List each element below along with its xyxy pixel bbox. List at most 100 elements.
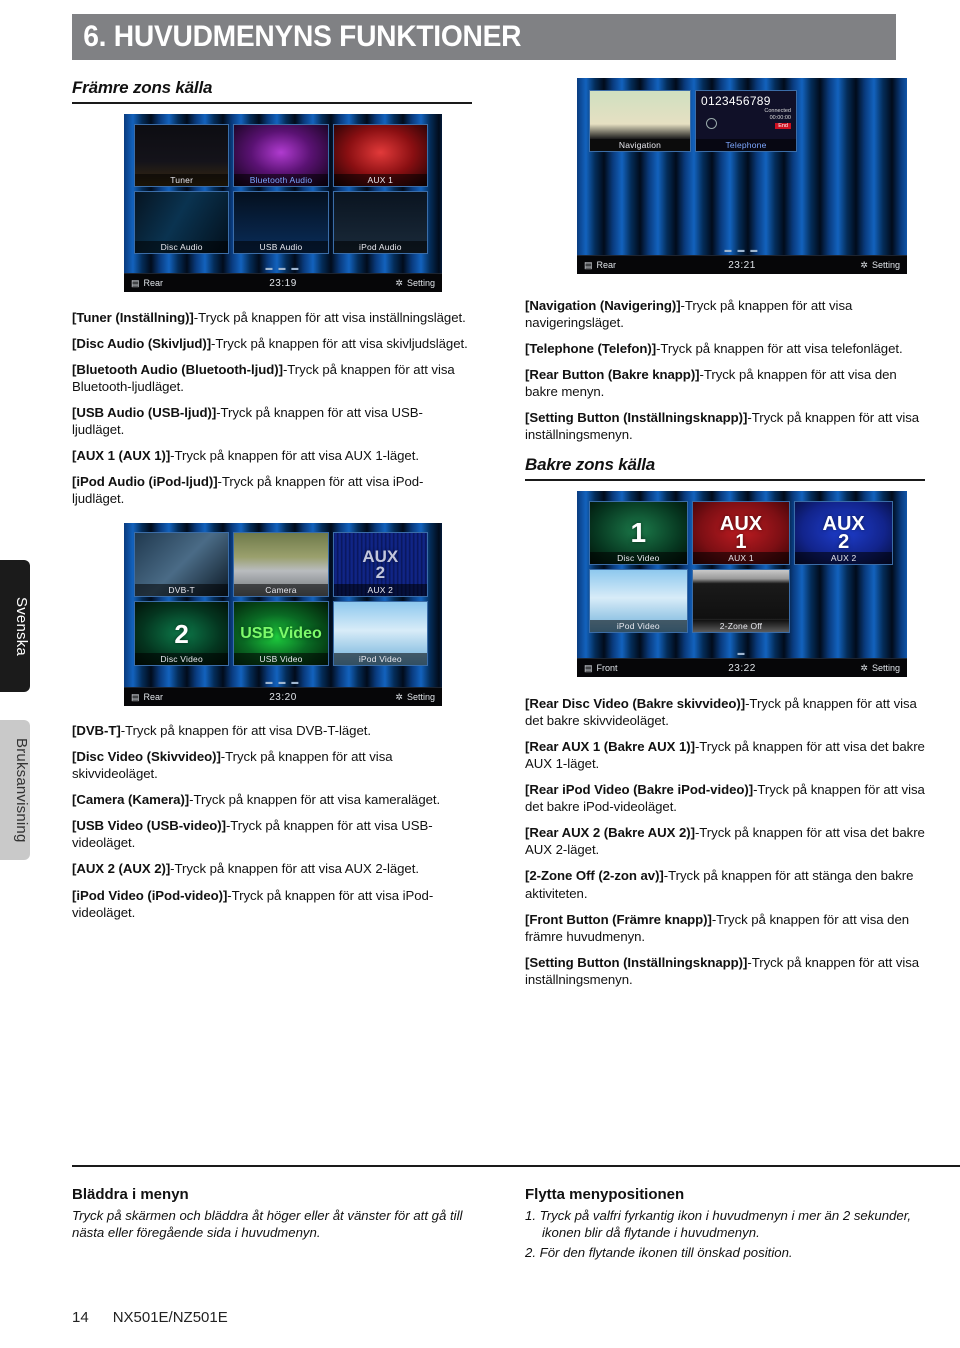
- tip-heading: Flytta menypositionen: [525, 1186, 685, 1203]
- tile-tuner[interactable]: Tuner: [134, 124, 230, 187]
- tile-label: Bluetooth Audio: [234, 173, 328, 186]
- description-item: [Rear Button (Bakre knapp)]-Tryck på kna…: [525, 366, 925, 400]
- tile-label: Camera: [234, 583, 328, 597]
- rear-button[interactable]: ▤ Rear: [577, 260, 696, 271]
- setting-button-label: Setting: [406, 278, 435, 288]
- end-call-button[interactable]: End: [775, 123, 791, 129]
- tile-disc-video[interactable]: 2 Disc Video: [134, 601, 230, 667]
- tile-usb-video[interactable]: USB Video USB Video: [233, 601, 329, 667]
- connected-label: Connected: [764, 108, 791, 114]
- tile-label: iPod Video: [590, 619, 687, 633]
- tile-label: Disc Video: [590, 551, 687, 565]
- screen-status-bar: ▤ Rear 23:19 ✲ Setting: [124, 273, 442, 292]
- tile-ipod-audio[interactable]: iPod Audio: [332, 191, 428, 254]
- description-item: [Rear AUX 1 (Bakre AUX 1)]-Tryck på knap…: [525, 738, 925, 772]
- front-zone-descriptions: [Tuner (Inställning)]-Tryck på knappen f…: [72, 309, 472, 507]
- tile-rear-disc-video[interactable]: 1 Disc Video: [589, 501, 688, 566]
- description-term: [Front Button (Främre knapp)]: [525, 911, 712, 927]
- tile-label: USB Video: [234, 652, 328, 666]
- description-term: [Rear AUX 2 (Bakre AUX 2)]: [525, 825, 695, 841]
- tip-heading: Bläddra i menyn: [72, 1186, 189, 1203]
- tile-aux1[interactable]: AUX 1: [332, 124, 428, 187]
- description-item: [Navigation (Navigering)]-Tryck på knapp…: [525, 297, 925, 331]
- tile-rear-ipod-video[interactable]: iPod Video: [589, 569, 688, 634]
- rear-button[interactable]: ▤ Rear: [124, 692, 239, 703]
- tile-2-zone-off[interactable]: 2-Zone Off: [691, 569, 791, 634]
- tile-label: 2-Zone Off: [692, 619, 790, 633]
- rear-button-label: Rear: [596, 260, 617, 270]
- rear-icon: ▤: [584, 259, 593, 270]
- description-term: [iPod Audio (iPod-ljud)]: [72, 474, 218, 490]
- clock-display: 23:20: [269, 691, 297, 703]
- screenshot-navigation-telephone: Navigation 0123456789 Connected 00:00:00…: [577, 78, 907, 274]
- setting-button[interactable]: ✲ Setting: [788, 663, 907, 674]
- front-button[interactable]: ▤ Front: [577, 663, 696, 674]
- tile-rear-aux1[interactable]: AUX 1 AUX 1: [691, 501, 791, 566]
- tile-label: Disc Video: [135, 652, 229, 666]
- setting-button[interactable]: ✲ Setting: [327, 692, 442, 703]
- tile-navigation[interactable]: Navigation: [589, 90, 691, 152]
- description-item: [iPod Video (iPod-video)]-Tryck på knapp…: [72, 887, 472, 921]
- tile-rear-aux2[interactable]: AUX 2 AUX 2: [794, 501, 893, 566]
- description-item: [USB Audio (USB-ljud)]-Tryck på knappen …: [72, 404, 472, 438]
- tip-move-menu-position: Flytta menypositionen 1. Tryck på valfri…: [525, 1175, 925, 1264]
- description-item: [Rear iPod Video (Bakre iPod-video)]-Try…: [525, 781, 925, 815]
- description-item: [Disc Audio (Skivljud)]-Tryck på knappen…: [72, 335, 472, 352]
- tile-camera[interactable]: Camera: [233, 532, 329, 598]
- description-term: [2-Zone Off (2-zon av)]: [525, 868, 664, 884]
- description-item: [Disc Video (Skivvideo)]-Tryck på knappe…: [72, 748, 472, 782]
- tile-label: iPod Audio: [333, 240, 427, 253]
- setting-button-label: Setting: [871, 663, 900, 674]
- tile-label: AUX 2: [333, 583, 427, 597]
- tile-label: iPod Video: [333, 652, 427, 666]
- page-number: 14: [72, 1309, 89, 1326]
- tile-telephone[interactable]: 0123456789 Connected 00:00:00 End Teleph…: [695, 90, 797, 152]
- description-term: [USB Video (USB-video)]: [72, 818, 226, 834]
- description-text: -Tryck på knappen för att visa inställni…: [193, 310, 466, 325]
- side-tab-manual: Bruksanvisning: [0, 720, 30, 860]
- left-heading-rule: [72, 102, 472, 104]
- tile-disc-audio[interactable]: Disc Audio: [134, 191, 230, 254]
- description-term: [Camera (Kamera)]: [72, 792, 190, 808]
- tile-dvb-t[interactable]: DVB-T: [134, 532, 230, 598]
- description-term: [Bluetooth Audio (Bluetooth-ljud)]: [72, 362, 283, 378]
- rear-button[interactable]: ▤ Rear: [124, 278, 239, 289]
- left-column: Främre zons källa Tuner Bluetooth Audio …: [72, 78, 472, 921]
- gear-icon: ✲: [395, 277, 403, 288]
- side-tab-language: Svenska: [0, 560, 30, 692]
- setting-button[interactable]: ✲ Setting: [327, 278, 442, 289]
- tile-bluetooth-audio[interactable]: Bluetooth Audio: [233, 124, 329, 187]
- page-indicator-dots: ▬ ▬ ▬: [724, 247, 760, 254]
- description-item: [Front Button (Främre knapp)]-Tryck på k…: [525, 911, 925, 945]
- description-term: [Telephone (Telefon)]: [525, 341, 657, 357]
- tile-label: AUX 1: [692, 551, 790, 565]
- rear-zone-descriptions: [Rear Disc Video (Bakre skivvideo)]-Tryc…: [525, 695, 925, 987]
- description-term: [AUX 1 (AUX 1)]: [72, 448, 171, 464]
- description-text: -Tryck på knappen för att visa kameraläg…: [189, 792, 441, 808]
- tile-aux2[interactable]: AUX 2 AUX 2: [332, 532, 428, 598]
- description-term: [Rear Button (Bakre knapp)]: [525, 367, 700, 383]
- description-term: [Rear Disc Video (Bakre skivvideo)]: [525, 696, 746, 712]
- phone-number: 0123456789: [701, 94, 771, 108]
- page-indicator-dots: ▬ ▬ ▬: [265, 265, 301, 272]
- screenshot-front-video-sources: DVB-T Camera AUX 2 AUX 2 2 Disc Video US…: [124, 523, 442, 707]
- rear-icon: ▤: [131, 691, 140, 702]
- tile-usb-audio[interactable]: USB Audio: [233, 191, 329, 254]
- rear-button-label: Rear: [143, 278, 164, 288]
- description-item: [DVB-T]-Tryck på knappen för att visa DV…: [72, 722, 472, 739]
- description-item: [Camera (Kamera)]-Tryck på knappen för a…: [72, 791, 472, 808]
- screenshot-rear-zone: 1 Disc Video AUX 1 AUX 1 AUX 2 AUX 2 iPod …: [577, 491, 907, 678]
- page-indicator-dots: ▬: [737, 650, 747, 658]
- page-body: 6. HUVUDMENYNS FUNKTIONER Främre zons kä…: [72, 0, 960, 1348]
- description-item: [Rear AUX 2 (Bakre AUX 2)]-Tryck på knap…: [525, 824, 925, 858]
- setting-button[interactable]: ✲ Setting: [788, 260, 907, 271]
- front-icon: ▤: [584, 662, 593, 673]
- chapter-title: 6. HUVUDMENYNS FUNKTIONER: [83, 20, 522, 53]
- screen-status-bar: ▤ Rear 23:20 ✲ Setting: [124, 687, 442, 707]
- clock-display: 23:22: [728, 662, 756, 674]
- bottom-tips-area: Bläddra i menyn Tryck på skärmen och blä…: [72, 1165, 960, 1264]
- call-meta: Connected 00:00:00: [764, 108, 791, 122]
- tile-ipod-video[interactable]: iPod Video: [332, 601, 428, 667]
- screenshot-front-zone: Tuner Bluetooth Audio AUX 1 Disc Audio U…: [124, 114, 442, 292]
- screen-status-bar: ▤ Rear 23:21 ✲ Setting: [577, 255, 907, 274]
